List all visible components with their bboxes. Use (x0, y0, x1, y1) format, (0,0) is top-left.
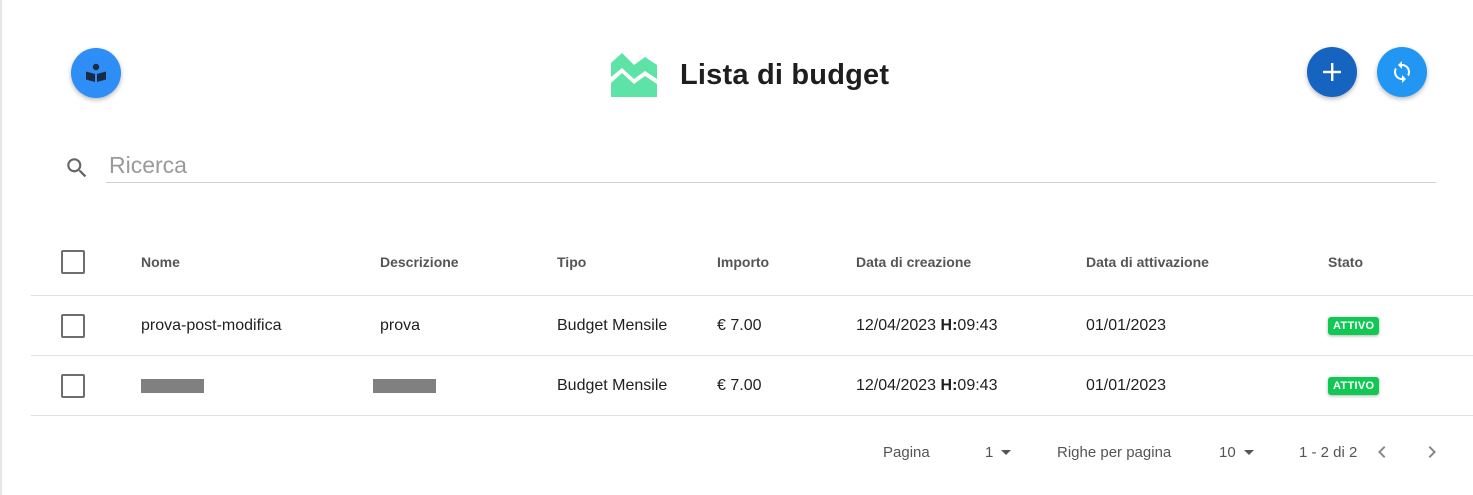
page-select-value: 1 (985, 443, 994, 461)
pagination-range: 1 - 2 di 2 (1299, 443, 1358, 461)
chevron-right-icon (1428, 446, 1436, 458)
table-row[interactable]: Budget Mensile € 7.00 12/04/2023 H: 09:43… (31, 356, 1473, 416)
add-budget-button[interactable] (1307, 47, 1357, 97)
chart-logo-icon (611, 53, 657, 97)
creation-hour-label: H: (940, 376, 958, 394)
select-all-checkbox[interactable] (61, 249, 85, 274)
cell-stato: ATTIVO (1328, 356, 1380, 415)
cell-tipo: Budget Mensile (557, 316, 668, 334)
page-header: Lista di budget (611, 52, 889, 98)
status-badge: ATTIVO (1328, 376, 1380, 395)
select-all-cell (61, 226, 85, 295)
column-header-importo[interactable]: Importo (717, 226, 769, 295)
column-header-data-creazione[interactable]: Data di creazione (856, 226, 971, 295)
cell-nome: prova-post-modifica (141, 316, 282, 334)
table-row[interactable]: prova-post-modifica prova Budget Mensile… (31, 296, 1473, 356)
sync-icon (1394, 61, 1410, 83)
rows-per-page-label: Righe per pagina (1057, 443, 1172, 461)
cell-nome (141, 356, 204, 415)
cell-descrizione (373, 356, 436, 415)
book-reader-icon (86, 63, 106, 82)
column-header-stato[interactable]: Stato (1328, 226, 1363, 295)
column-header-descrizione[interactable]: Descrizione (380, 226, 459, 295)
creation-date: 12/04/2023 (856, 316, 937, 334)
creation-time: 09:43 (957, 376, 998, 394)
column-header-tipo[interactable]: Tipo (557, 226, 586, 295)
column-header-data-attivazione[interactable]: Data di attivazione (1086, 226, 1209, 295)
rows-per-page-select[interactable]: 10 (1219, 440, 1254, 464)
search-input[interactable] (106, 148, 1436, 183)
redacted-descrizione (373, 378, 436, 393)
chevron-left-icon (1378, 446, 1386, 458)
cell-data-attivazione: 01/01/2023 (1086, 316, 1167, 334)
cell-descrizione: prova (380, 316, 421, 334)
table-header-row: Nome Descrizione Tipo Importo Data di cr… (31, 226, 1473, 296)
cell-data-creazione: 12/04/2023 H: 09:43 (856, 356, 997, 415)
creation-date: 12/04/2023 (856, 376, 937, 394)
budget-table: Nome Descrizione Tipo Importo Data di cr… (31, 226, 1473, 416)
page-left-border (0, 0, 2, 495)
redacted-nome (141, 378, 204, 393)
pagination-page-label: Pagina (883, 443, 930, 461)
refresh-button[interactable] (1377, 47, 1427, 97)
cell-tipo: Budget Mensile (557, 376, 668, 394)
creation-hour-label: H: (940, 316, 958, 334)
column-header-nome[interactable]: Nome (141, 226, 180, 295)
status-badge: ATTIVO (1328, 316, 1380, 335)
cell-stato: ATTIVO (1328, 296, 1380, 355)
cell-data-creazione: 12/04/2023 H: 09:43 (856, 296, 997, 355)
row-select-cell (61, 356, 85, 415)
cell-data-attivazione: 01/01/2023 (1086, 376, 1167, 394)
creation-time: 09:43 (957, 316, 998, 334)
help-button[interactable] (71, 48, 121, 98)
page-select[interactable]: 1 (985, 440, 1012, 464)
cell-importo: € 7.00 (717, 316, 762, 334)
caret-down-icon (1001, 449, 1012, 455)
search-icon (67, 158, 87, 178)
next-page-button[interactable] (1420, 440, 1444, 464)
plus-icon (1323, 63, 1341, 81)
previous-page-button[interactable] (1370, 440, 1394, 464)
cell-importo: € 7.00 (717, 376, 762, 394)
caret-down-icon (1243, 449, 1254, 455)
rows-per-page-value: 10 (1219, 443, 1236, 461)
page-title: Lista di budget (680, 58, 890, 91)
row-checkbox[interactable] (61, 313, 85, 338)
row-checkbox[interactable] (61, 373, 85, 398)
row-select-cell (61, 296, 85, 355)
